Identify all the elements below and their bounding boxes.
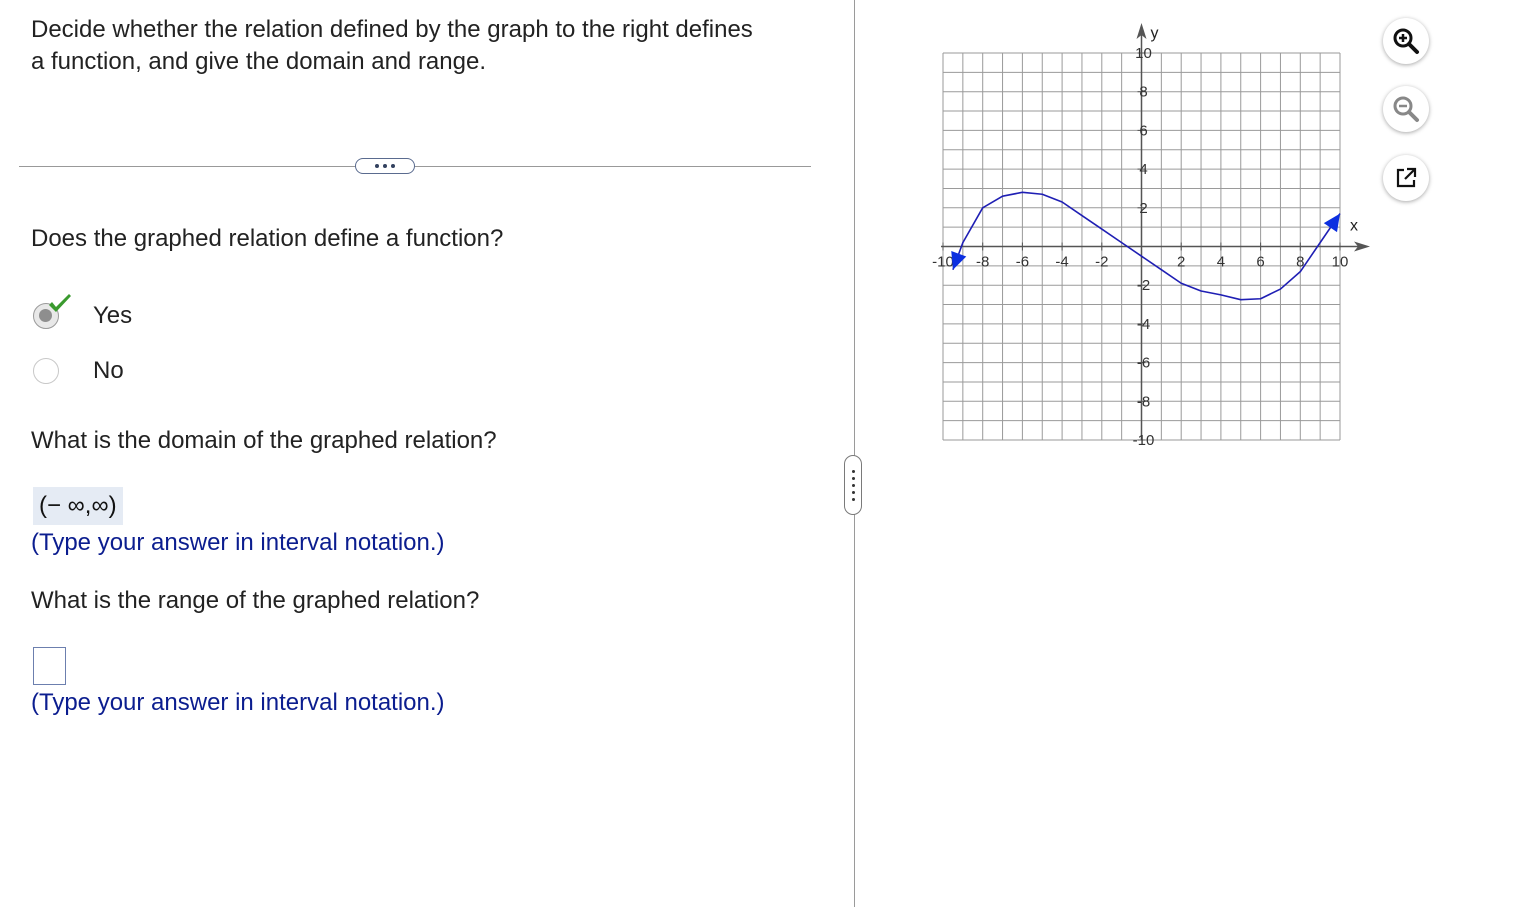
y-tick-label: -8 xyxy=(1137,393,1150,410)
radio-no[interactable] xyxy=(33,358,59,384)
handle-dot xyxy=(851,483,855,487)
ellipsis-dot xyxy=(383,164,387,168)
handle-dot xyxy=(851,469,855,473)
domain-answer[interactable]: (− ∞,∞) xyxy=(33,487,123,525)
x-tick-label: 4 xyxy=(1217,254,1225,271)
function-question: Does the graphed relation define a funct… xyxy=(31,225,504,252)
y-tick-label: 8 xyxy=(1139,84,1147,101)
checkmark-icon xyxy=(49,294,71,312)
popout-icon xyxy=(1396,167,1417,188)
x-tick-label: 6 xyxy=(1256,254,1264,271)
zoom-in-button[interactable] xyxy=(1383,18,1429,64)
curve-arrow-left xyxy=(951,251,967,270)
function-graph: -10 -8 -6 -4 -2 2 4 6 8 10108642-2-4-6-8-10 x y xyxy=(932,23,1370,448)
curve-arrow-right xyxy=(1323,213,1340,233)
range-hint: (Type your answer in interval notation.) xyxy=(31,689,445,716)
domain-hint: (Type your answer in interval notation.) xyxy=(31,529,445,556)
pane-divider xyxy=(854,0,855,907)
y-tick-label: 2 xyxy=(1139,200,1147,217)
x-tick-label: -10 xyxy=(932,254,954,271)
x-axis-label: x xyxy=(1350,218,1358,235)
pane-resize-handle[interactable] xyxy=(844,455,862,515)
handle-dot xyxy=(851,476,855,480)
option-yes[interactable]: Yes xyxy=(33,294,132,332)
handle-dot xyxy=(851,490,855,494)
y-tick-label: 4 xyxy=(1139,161,1147,178)
y-tick-label: -4 xyxy=(1137,316,1150,333)
x-tick-label: 2 xyxy=(1177,254,1185,271)
option-no-label: No xyxy=(93,357,124,384)
graph-axes xyxy=(941,23,1370,440)
ellipsis-dot xyxy=(375,164,379,168)
x-tick-label: -2 xyxy=(1095,254,1108,271)
y-tick-label: 10 xyxy=(1135,45,1152,62)
y-tick-label: 6 xyxy=(1139,122,1147,139)
show-more-button[interactable] xyxy=(355,158,415,174)
handle-dot xyxy=(851,497,855,501)
x-tick-label: -8 xyxy=(976,254,989,271)
range-question: What is the range of the graphed relatio… xyxy=(31,587,480,614)
y-tick-label: -2 xyxy=(1137,277,1150,294)
section-divider xyxy=(19,166,811,167)
domain-question: What is the domain of the graphed relati… xyxy=(31,427,497,454)
range-input[interactable] xyxy=(33,647,66,685)
y-axis-label: y xyxy=(1151,25,1159,42)
y-tick-label: -10 xyxy=(1133,432,1155,448)
option-yes-label: Yes xyxy=(93,302,133,329)
x-tick-label: -6 xyxy=(1016,254,1029,271)
zoom-out-button[interactable] xyxy=(1383,86,1429,132)
question-text: Decide whether the relation defined by t… xyxy=(31,16,753,75)
ellipsis-dot xyxy=(391,164,395,168)
zoom-out-icon xyxy=(1393,96,1419,122)
popout-button[interactable] xyxy=(1383,155,1429,201)
x-tick-label: -4 xyxy=(1055,254,1068,271)
zoom-in-icon xyxy=(1393,28,1419,54)
x-tick-label: 10 xyxy=(1332,254,1349,271)
option-no[interactable]: No xyxy=(33,355,124,387)
y-tick-label: -6 xyxy=(1137,355,1150,372)
